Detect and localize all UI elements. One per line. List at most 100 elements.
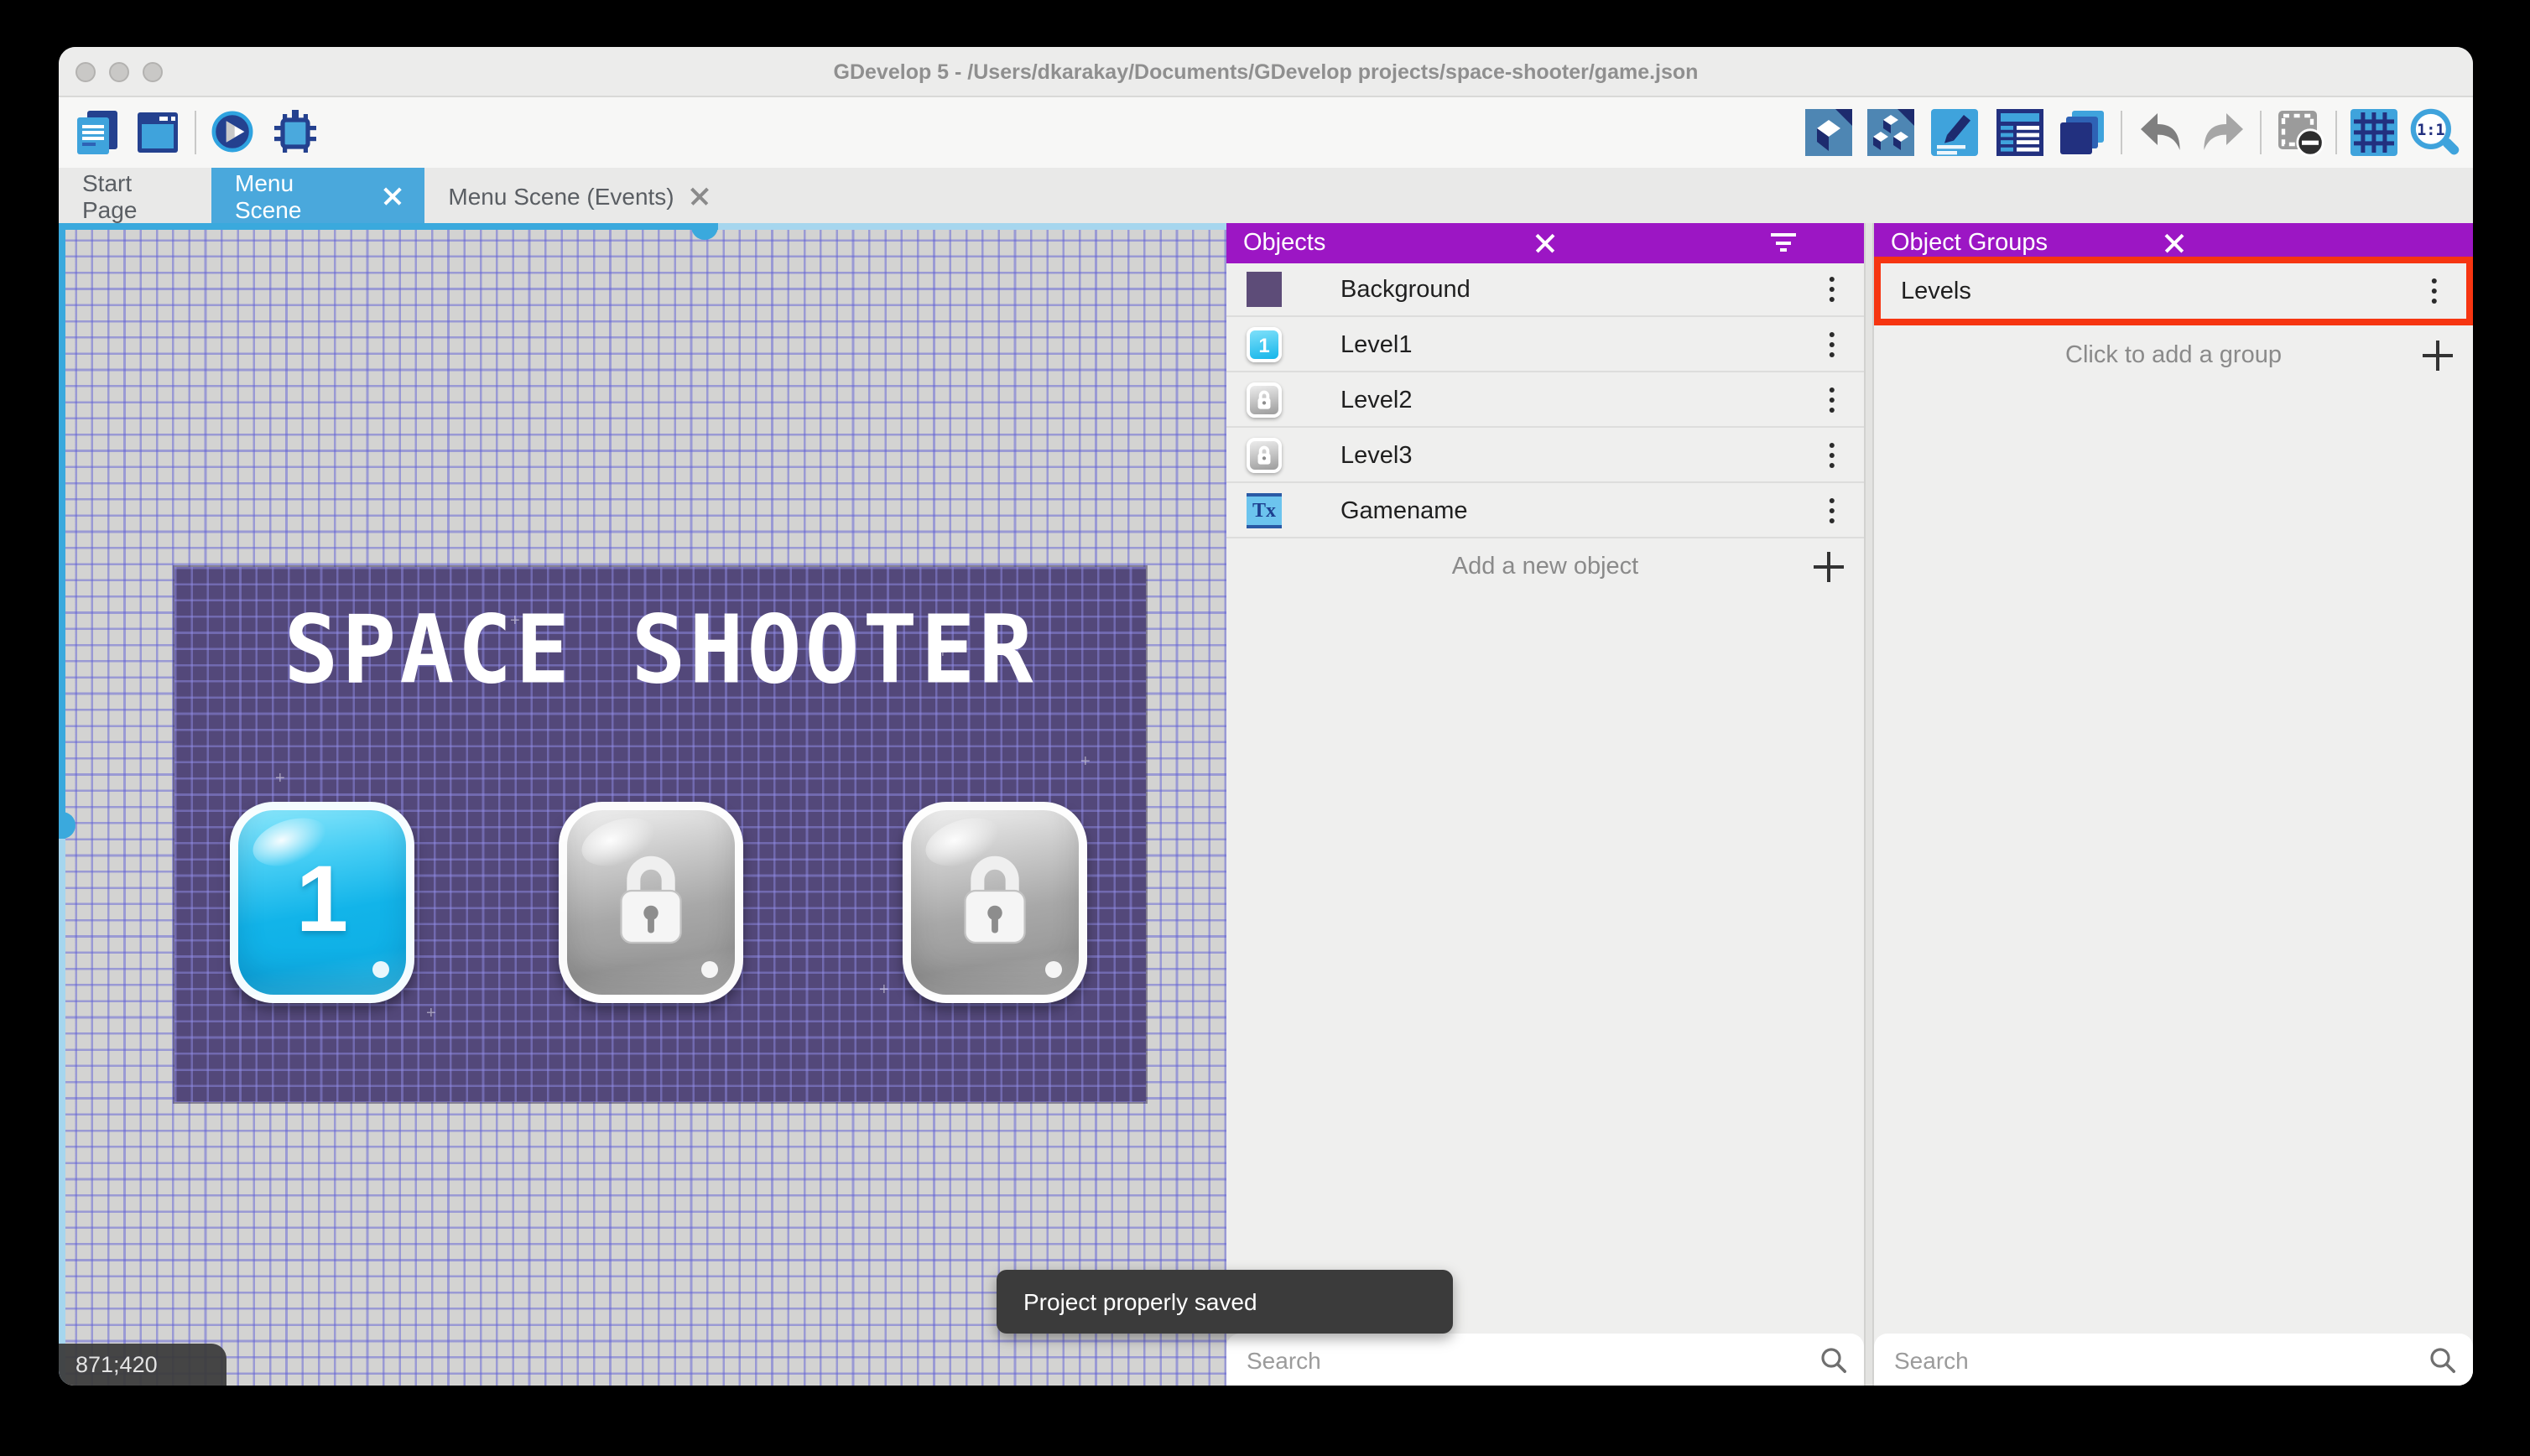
cursor-coordinates-badge: 871;420 <box>59 1344 226 1386</box>
object-row-background[interactable]: Background <box>1226 263 1864 317</box>
tab-menu-scene[interactable]: Menu Scene <box>211 168 424 223</box>
star-sparkle: + <box>879 981 889 1000</box>
tab-label: Menu Scene (Events) <box>448 182 674 209</box>
star-sparkle: + <box>510 612 520 631</box>
toolbar: 1:1 <box>59 97 2473 168</box>
tab-label: Start Page <box>82 169 138 222</box>
object-groups-panel-title: Object Groups <box>1891 230 2048 257</box>
object-row-level2[interactable]: Level2 <box>1226 374 1864 428</box>
row-menu-icon[interactable] <box>2423 278 2446 304</box>
level1-number: 1 <box>295 845 349 951</box>
panel-divider[interactable] <box>1864 223 1874 1386</box>
background-thumbnail <box>1247 272 1282 307</box>
groups-search-input[interactable] <box>1874 1334 2473 1386</box>
objects-search-input[interactable] <box>1226 1334 1864 1386</box>
undo-icon[interactable] <box>2136 107 2186 158</box>
zoom-1-1-icon[interactable]: 1:1 <box>2408 106 2463 161</box>
objects-panel: Objects Background 1 Level1 Level2 Level… <box>1226 223 1864 1386</box>
tab-bar: Start Page Menu Scene Menu Scene (Events… <box>59 168 2473 223</box>
star-sparkle: + <box>275 770 285 788</box>
object-name: Level2 <box>1340 387 1413 413</box>
close-panel-icon[interactable] <box>2436 233 2456 253</box>
level3-thumbnail <box>1247 438 1282 473</box>
instances-list-icon[interactable] <box>1995 107 2045 158</box>
search-icon <box>2430 1347 2456 1373</box>
project-manager-icon[interactable] <box>72 107 122 158</box>
vertical-scrollbar-track[interactable] <box>59 223 75 1386</box>
level1-button[interactable]: 1 <box>230 802 414 1003</box>
objects-panel-header: Objects <box>1226 223 1864 263</box>
plus-icon[interactable] <box>1814 552 1844 582</box>
object-row-level1[interactable]: 1 Level1 <box>1226 319 1864 372</box>
close-tab-icon[interactable] <box>691 186 710 205</box>
lock-icon <box>1257 445 1271 465</box>
tab-start-page[interactable]: Start Page <box>59 168 211 223</box>
close-tab-icon[interactable] <box>383 186 401 205</box>
horizontal-scrollbar-thumb[interactable] <box>59 223 718 230</box>
level2-button-locked[interactable] <box>559 802 743 1003</box>
lock-icon <box>964 855 1026 944</box>
object-name: Gamename <box>1340 497 1468 524</box>
row-menu-icon[interactable] <box>1820 497 1844 524</box>
vertical-scrollbar-thumb[interactable] <box>59 223 65 839</box>
row-menu-icon[interactable] <box>1820 442 1844 469</box>
close-panel-icon[interactable] <box>1827 233 1847 253</box>
redo-icon[interactable] <box>2198 107 2248 158</box>
window-title: GDevelop 5 - /Users/dkarakay/Documents/G… <box>833 60 1699 84</box>
row-menu-icon[interactable] <box>1820 387 1844 413</box>
properties-icon[interactable] <box>1929 107 1980 158</box>
objects-search-bar <box>1226 1334 1864 1386</box>
toolbar-divider <box>2260 111 2262 154</box>
lock-icon <box>620 855 682 944</box>
search-icon <box>1821 1347 1847 1373</box>
gamename-thumbnail: Tx <box>1247 493 1282 528</box>
object-name: Level1 <box>1340 331 1413 358</box>
object-row-level3[interactable]: Level3 <box>1226 429 1864 483</box>
add-group-button[interactable]: Click to add a group <box>1874 329 2473 382</box>
add-group-label: Click to add a group <box>2065 342 2282 369</box>
lock-icon <box>1257 390 1271 409</box>
object-groups-panel: Object Groups Levels Click to add a grou… <box>1874 223 2473 1386</box>
group-name: Levels <box>1901 278 1971 304</box>
objects-panel-title: Objects <box>1243 230 1326 257</box>
row-menu-icon[interactable] <box>1820 331 1844 358</box>
scene-editor-canvas[interactable]: SPACE SHOOTER + + + + + + + 1 <box>59 223 1226 1386</box>
groups-search-bar <box>1874 1334 2473 1386</box>
play-icon[interactable] <box>210 109 255 154</box>
gdevelop-window: GDevelop 5 - /Users/dkarakay/Documents/G… <box>59 47 2473 1386</box>
toolbar-divider <box>2335 111 2337 154</box>
horizontal-scrollbar-track[interactable] <box>59 223 1226 240</box>
layers-icon[interactable] <box>2057 107 2107 158</box>
vertical-scrollbar-handle[interactable] <box>59 812 75 839</box>
main-content: SPACE SHOOTER + + + + + + + 1 <box>59 223 2473 1386</box>
filter-icon[interactable] <box>1770 233 1797 253</box>
debug-icon[interactable] <box>270 107 320 158</box>
objects-editor-icon[interactable] <box>1804 107 1854 158</box>
levels-group-row-highlighted[interactable]: Levels <box>1874 257 2473 325</box>
grid-icon[interactable] <box>2349 107 2399 158</box>
object-name: Level3 <box>1340 442 1413 469</box>
game-preview[interactable]: SPACE SHOOTER + + + + + + + 1 <box>174 567 1146 1102</box>
game-title-text[interactable]: SPACE SHOOTER <box>174 595 1146 705</box>
title-bar: GDevelop 5 - /Users/dkarakay/Documents/G… <box>59 47 2473 97</box>
mask-icon[interactable] <box>2275 107 2325 158</box>
object-row-gamename[interactable]: Tx Gamename <box>1226 485 1864 538</box>
open-scene-window-icon[interactable] <box>133 107 183 158</box>
toolbar-divider <box>195 111 196 154</box>
add-object-label: Add a new object <box>1451 554 1639 580</box>
object-groups-icon[interactable] <box>1866 107 1916 158</box>
save-toast: Project properly saved <box>997 1270 1453 1334</box>
row-menu-icon[interactable] <box>1820 276 1844 303</box>
star-sparkle: + <box>426 1005 436 1023</box>
plus-icon[interactable] <box>2423 341 2453 371</box>
add-object-button[interactable]: Add a new object <box>1226 540 1864 594</box>
horizontal-scrollbar-handle[interactable] <box>691 223 718 240</box>
level3-button-locked[interactable] <box>903 802 1087 1003</box>
star-sparkle: + <box>938 644 948 663</box>
toolbar-divider <box>2121 111 2122 154</box>
level2-thumbnail <box>1247 382 1282 418</box>
star-sparkle: + <box>1080 753 1091 772</box>
tab-menu-scene-events[interactable]: Menu Scene (Events) <box>424 168 733 223</box>
tab-label: Menu Scene <box>235 169 302 222</box>
object-name: Background <box>1340 276 1471 303</box>
